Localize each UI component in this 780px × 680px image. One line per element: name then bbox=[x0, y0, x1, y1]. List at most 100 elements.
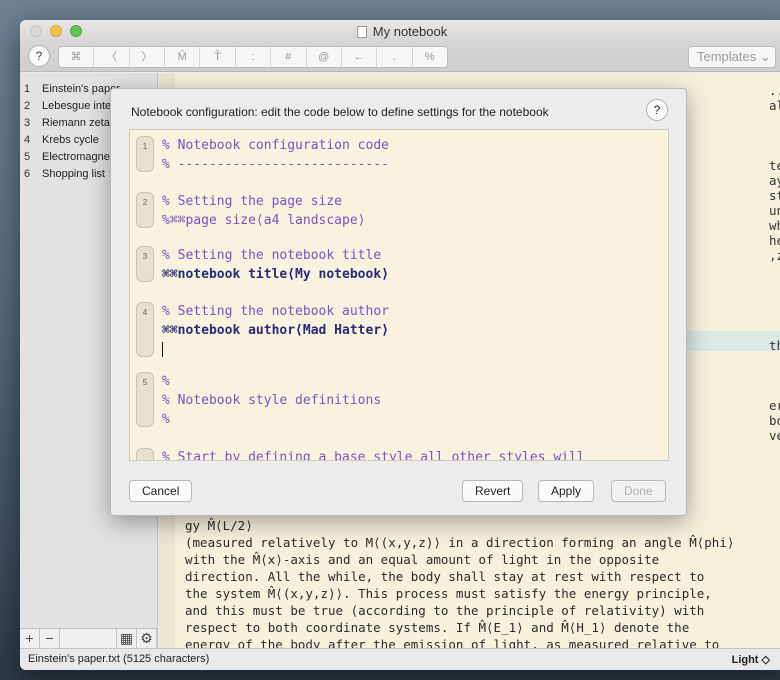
editor-line: alic⟨loc. bbox=[769, 98, 780, 113]
window-title-text: My notebook bbox=[372, 24, 448, 39]
code-block-number: 1 bbox=[136, 136, 154, 172]
sidebar-item-number: 4 bbox=[24, 134, 31, 146]
sidebar-footer-spacer bbox=[60, 629, 117, 648]
editor-line: he above- bbox=[769, 233, 780, 248]
theme-selector[interactable]: Light ◇ bbox=[732, 653, 770, 666]
code-line: % --------------------------- bbox=[162, 157, 389, 172]
notebook-config-dialog: Notebook configuration: edit the code be… bbox=[110, 88, 687, 516]
remove-item-button[interactable]: − bbox=[40, 629, 60, 648]
sidebar-item-label: Einstein's paper bbox=[42, 83, 120, 95]
status-bar: Einstein's paper.txt (5125 characters) L… bbox=[20, 648, 780, 670]
revert-button[interactable]: Revert bbox=[462, 480, 524, 502]
code-lines: % Notebook configuration code % ---------… bbox=[162, 136, 389, 174]
config-code-editor[interactable]: 1 % Notebook configuration code % --------… bbox=[129, 129, 669, 461]
add-item-button[interactable]: + bbox=[20, 629, 40, 648]
editor-line: with the M̂⟨x⟩-axis and an equal amount … bbox=[185, 552, 660, 567]
sidebar-item-number: 3 bbox=[24, 117, 31, 129]
code-lines: % Start by defining a base style all oth… bbox=[162, 448, 585, 461]
code-lines: % Setting the notebook author ⌘⌘notebook … bbox=[162, 302, 389, 359]
sidebar-item-label: Shopping list bbox=[42, 168, 105, 180]
editor-line: whose bbox=[769, 218, 780, 233]
toolbar-button[interactable]: : bbox=[236, 47, 272, 67]
grid-view-icon[interactable]: ▦ bbox=[117, 629, 137, 648]
editor-line: the system M̂⟨(x,y,z)⟩. This process mus… bbox=[185, 586, 712, 601]
cancel-button[interactable]: Cancel bbox=[129, 480, 193, 502]
code-block-number: 4 bbox=[136, 302, 154, 357]
code-line: % Start by defining a base style all oth… bbox=[162, 450, 585, 461]
toolbar-insert-group: ⌘ 〈〉 M̂ T̂: # @ ←.% bbox=[58, 46, 448, 68]
toolbar: ? ⌘ 〈〉 M̂ T̂: # @ ←.% Templates ⌄ bbox=[20, 42, 780, 72]
editor-line: (measured relatively to M⟨(x,y,z)⟩ in a … bbox=[185, 535, 735, 550]
editor-line: direction. All the while, the body shall… bbox=[185, 569, 705, 584]
code-line: % bbox=[162, 412, 170, 427]
code-block-number: 3 bbox=[136, 246, 154, 282]
toolbar-button[interactable]: @ bbox=[307, 47, 342, 67]
dialog-title: Notebook configuration: edit the code be… bbox=[131, 105, 549, 119]
editor-line: velocity bbox=[769, 428, 780, 443]
sidebar-item-number: 5 bbox=[24, 151, 31, 163]
code-line: %⌘⌘page size⟨a4 landscape⟩ bbox=[162, 213, 366, 228]
code-line: % Setting the notebook author bbox=[162, 304, 389, 319]
editor-line: ergy, bbox=[769, 398, 780, 413]
editor-line: body with bbox=[769, 413, 780, 428]
apply-button[interactable]: Apply bbox=[538, 480, 595, 502]
editor-paragraph: gy M̂⟨L/2⟩ (measured relatively to M⟨(x,y… bbox=[185, 517, 780, 653]
editor-line: te system bbox=[769, 158, 780, 173]
code-line: % Setting the page size bbox=[162, 194, 343, 209]
templates-button[interactable]: Templates ⌄ bbox=[688, 46, 776, 68]
toolbar-button[interactable]: ⌘ bbox=[59, 47, 95, 67]
help-button[interactable]: ? bbox=[28, 45, 50, 67]
editor-line: ... bbox=[769, 83, 780, 98]
sidebar-item-number: 6 bbox=[24, 168, 31, 180]
text-caret bbox=[162, 342, 163, 357]
sidebar-footer: + − ▦ ⚙ bbox=[20, 628, 157, 648]
toolbar-button[interactable]: M̂ bbox=[165, 47, 201, 67]
dialog-help-button[interactable]: ? bbox=[646, 99, 668, 121]
editor-line: and this must be true (according to the … bbox=[185, 603, 705, 618]
toolbar-button[interactable]: . bbox=[377, 47, 413, 67]
sidebar-item-number: 2 bbox=[24, 100, 31, 112]
gear-icon[interactable]: ⚙ bbox=[137, 629, 157, 648]
editor-line: respect to both coordinate systems. If M… bbox=[185, 620, 690, 635]
editor-line: gy M̂⟨L/2⟩ bbox=[185, 518, 253, 533]
code-block-number: 5 bbox=[136, 372, 154, 427]
toolbar-button[interactable]: 〉 bbox=[130, 47, 166, 67]
status-file-info: Einstein's paper.txt (5125 characters) bbox=[28, 653, 210, 665]
editor-line: uniformly bbox=[769, 203, 780, 218]
code-line: ⌘⌘notebook title⟨My notebook⟩ bbox=[162, 267, 389, 282]
code-line: % Setting the notebook title bbox=[162, 248, 382, 263]
editor-line: ,zeta⟩)--- bbox=[769, 248, 780, 263]
window-title: My notebook bbox=[20, 24, 780, 39]
done-button: Done bbox=[611, 480, 666, 502]
code-line: % Notebook style definitions bbox=[162, 393, 382, 408]
toolbar-button[interactable]: 〈 bbox=[94, 47, 130, 67]
code-lines: % % Notebook style definitions% bbox=[162, 372, 381, 429]
toolbar-button[interactable]: T̂ bbox=[200, 47, 236, 67]
sidebar-item-label: Riemann zeta bbox=[42, 117, 110, 129]
code-block-number bbox=[136, 448, 154, 460]
sidebar-item-label: Krebs cycle bbox=[42, 134, 99, 146]
toolbar-button[interactable]: ← bbox=[342, 47, 378, 67]
code-lines: % Setting the page size %⌘⌘page size⟨a4 l… bbox=[162, 192, 366, 230]
cursor-line bbox=[162, 340, 389, 359]
code-block-number: 2 bbox=[136, 192, 154, 228]
code-line: % bbox=[162, 374, 170, 389]
toolbar-button[interactable]: % bbox=[413, 47, 447, 67]
code-lines: % Setting the notebook title ⌘⌘notebook t… bbox=[162, 246, 389, 284]
editor-line: this bbox=[769, 338, 780, 353]
editor-line: stem. If bbox=[769, 188, 780, 203]
toolbar-button[interactable]: # bbox=[271, 47, 307, 67]
document-icon bbox=[356, 26, 367, 38]
code-line: ⌘⌘notebook author⟨Mad Hatter⟩ bbox=[162, 323, 389, 338]
